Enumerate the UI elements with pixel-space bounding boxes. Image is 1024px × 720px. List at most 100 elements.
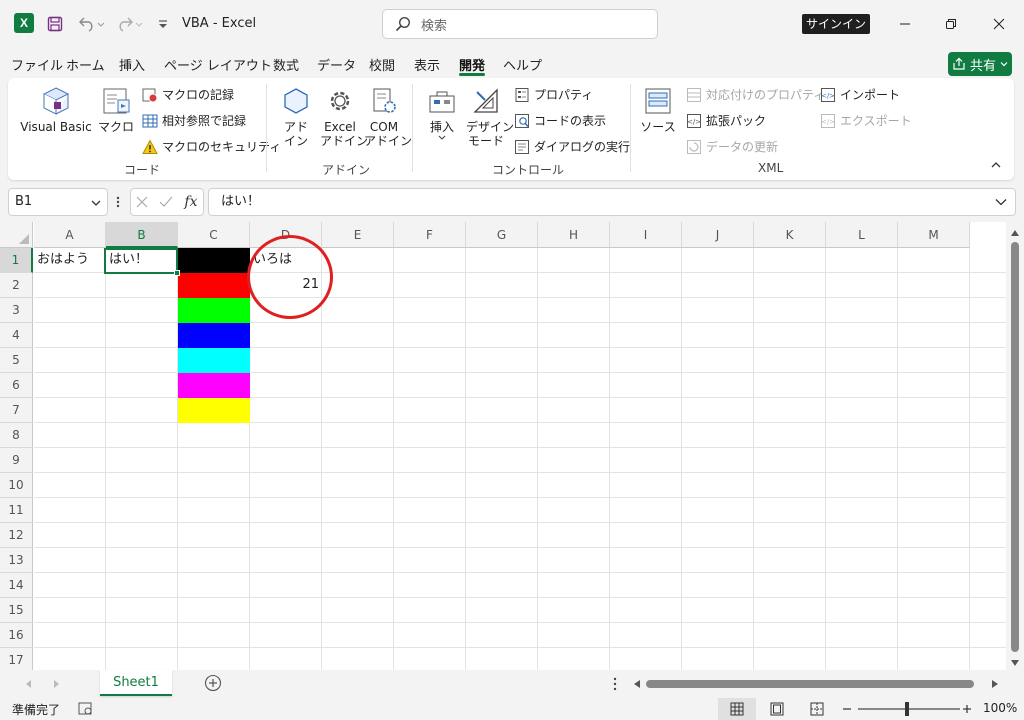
column-header-C[interactable]: C: [178, 222, 250, 248]
page-break-view-icon[interactable]: [810, 702, 824, 716]
view-code-button[interactable]: コードの表示: [514, 112, 606, 129]
row-header-9[interactable]: 9: [0, 448, 33, 473]
row-header-3[interactable]: 3: [0, 298, 33, 323]
expand-formula-icon[interactable]: [995, 198, 1007, 206]
com-addins-button[interactable]: COM アドイン: [364, 86, 412, 148]
column-header-M[interactable]: M: [898, 222, 970, 248]
fill-handle[interactable]: [174, 270, 180, 276]
cell-C3-fill[interactable]: [178, 298, 250, 323]
cell-C6-fill[interactable]: [178, 373, 250, 398]
tab-home[interactable]: ホーム: [66, 55, 105, 74]
tab-developer[interactable]: 開発: [459, 55, 485, 74]
customize-qat-icon[interactable]: [152, 12, 174, 36]
column-header-L[interactable]: L: [826, 222, 898, 248]
sheet-tab-sheet1[interactable]: Sheet1: [100, 670, 172, 696]
row-header-6[interactable]: 6: [0, 373, 33, 398]
share-button[interactable]: 共有: [948, 52, 1012, 76]
zoom-out-icon[interactable]: [842, 704, 852, 714]
macro-security-button[interactable]: マクロのセキュリティ: [142, 138, 281, 155]
row-header-12[interactable]: 12: [0, 523, 33, 548]
horizontal-scroll-thumb[interactable]: [646, 680, 974, 688]
cell-C4-fill[interactable]: [178, 323, 250, 348]
scroll-tabs-right-icon[interactable]: [54, 680, 60, 688]
tab-help[interactable]: ヘルプ: [503, 55, 542, 74]
restore-button[interactable]: [928, 10, 974, 38]
refresh-data-button[interactable]: データの更新: [686, 138, 778, 155]
scroll-left-icon[interactable]: [634, 680, 640, 688]
zoom-slider[interactable]: [858, 708, 960, 710]
visual-basic-button[interactable]: Visual Basic: [20, 86, 92, 134]
import-button[interactable]: </> インポート: [820, 86, 900, 103]
addins-button[interactable]: アド イン: [278, 86, 314, 148]
tab-data[interactable]: データ: [317, 55, 356, 74]
accessibility-icon[interactable]: [78, 702, 94, 716]
scroll-down-icon[interactable]: [1011, 660, 1019, 666]
scroll-tabs-left-icon[interactable]: [26, 680, 32, 688]
row-header-7[interactable]: 7: [0, 398, 33, 423]
select-all-corner[interactable]: [0, 222, 33, 248]
minimize-button[interactable]: [882, 10, 928, 38]
excel-addins-button[interactable]: Excel アドイン: [320, 86, 368, 148]
column-header-E[interactable]: E: [322, 222, 394, 248]
run-dialog-button[interactable]: ダイアログの実行: [514, 138, 630, 155]
row-header-15[interactable]: 15: [0, 598, 33, 623]
collapse-ribbon-button[interactable]: [990, 160, 1002, 170]
insert-control-button[interactable]: 挿入: [424, 86, 460, 141]
row-header-4[interactable]: 4: [0, 323, 33, 348]
row-header-2[interactable]: 2: [0, 273, 33, 298]
cancel-icon[interactable]: [136, 196, 148, 208]
zoom-in-icon[interactable]: [962, 704, 972, 714]
formula-input[interactable]: はい！: [208, 188, 1016, 216]
page-layout-view-icon[interactable]: [770, 702, 784, 716]
tab-insert[interactable]: 挿入: [119, 55, 145, 74]
row-header-10[interactable]: 10: [0, 473, 33, 498]
tab-page-layout[interactable]: ページ レイアウト: [164, 55, 272, 74]
worksheet-grid[interactable]: ABCDEFGHIJKLM 1 2 3 4 5 6 7 8 9 10 11 12 13 14 15 16 17 …: [0, 222, 1024, 673]
vertical-scrollbar[interactable]: [1006, 222, 1024, 670]
enter-icon[interactable]: [159, 196, 173, 208]
column-header-I[interactable]: I: [610, 222, 682, 248]
cell-C5-fill[interactable]: [178, 348, 250, 373]
column-header-B[interactable]: B: [106, 222, 178, 248]
row-header-16[interactable]: 16: [0, 623, 33, 648]
row-header-8[interactable]: 8: [0, 423, 33, 448]
cell-C7-fill[interactable]: [178, 398, 250, 423]
zoom-slider-thumb[interactable]: [905, 702, 909, 716]
export-button[interactable]: </> エクスポート: [820, 112, 912, 129]
signin-button[interactable]: サインイン: [802, 14, 870, 34]
undo-icon[interactable]: [74, 12, 108, 36]
row-header-13[interactable]: 13: [0, 548, 33, 573]
row-header-1[interactable]: 1: [0, 248, 33, 273]
add-sheet-button[interactable]: [204, 674, 222, 692]
normal-view-button[interactable]: [718, 698, 756, 720]
row-header-11[interactable]: 11: [0, 498, 33, 523]
column-header-A[interactable]: A: [34, 222, 106, 248]
record-macro-button[interactable]: マクロの記録: [142, 86, 234, 103]
tab-view[interactable]: 表示: [414, 55, 440, 74]
close-button[interactable]: [976, 10, 1022, 38]
redo-icon[interactable]: [112, 12, 146, 36]
column-header-H[interactable]: H: [538, 222, 610, 248]
cell-C1-fill[interactable]: [178, 248, 250, 273]
expansion-packs-button[interactable]: </> 拡張パック: [686, 112, 766, 129]
more-options-icon[interactable]: [613, 677, 617, 691]
map-properties-button[interactable]: 対応付けのプロパティ: [686, 86, 825, 103]
more-options-icon[interactable]: [116, 194, 120, 210]
insert-function-button[interactable]: fx: [184, 194, 197, 210]
save-icon[interactable]: [44, 12, 66, 36]
relative-reference-button[interactable]: 相対参照で記録: [142, 112, 246, 129]
name-box[interactable]: B1: [8, 188, 108, 216]
row-header-14[interactable]: 14: [0, 573, 33, 598]
cell-A1[interactable]: おはよう: [34, 248, 92, 272]
column-header-G[interactable]: G: [466, 222, 538, 248]
scroll-up-icon[interactable]: [1011, 230, 1019, 236]
scroll-right-icon[interactable]: [992, 680, 998, 688]
tab-formulas[interactable]: 数式: [273, 55, 299, 74]
tab-file[interactable]: ファイル: [11, 55, 63, 74]
macro-button[interactable]: マクロ: [98, 86, 134, 134]
cell-C2-fill[interactable]: [178, 273, 250, 298]
column-header-F[interactable]: F: [394, 222, 466, 248]
design-mode-button[interactable]: デザイン モード: [466, 86, 514, 148]
vertical-scroll-thumb[interactable]: [1011, 242, 1019, 652]
search-box[interactable]: 検索: [382, 9, 658, 39]
